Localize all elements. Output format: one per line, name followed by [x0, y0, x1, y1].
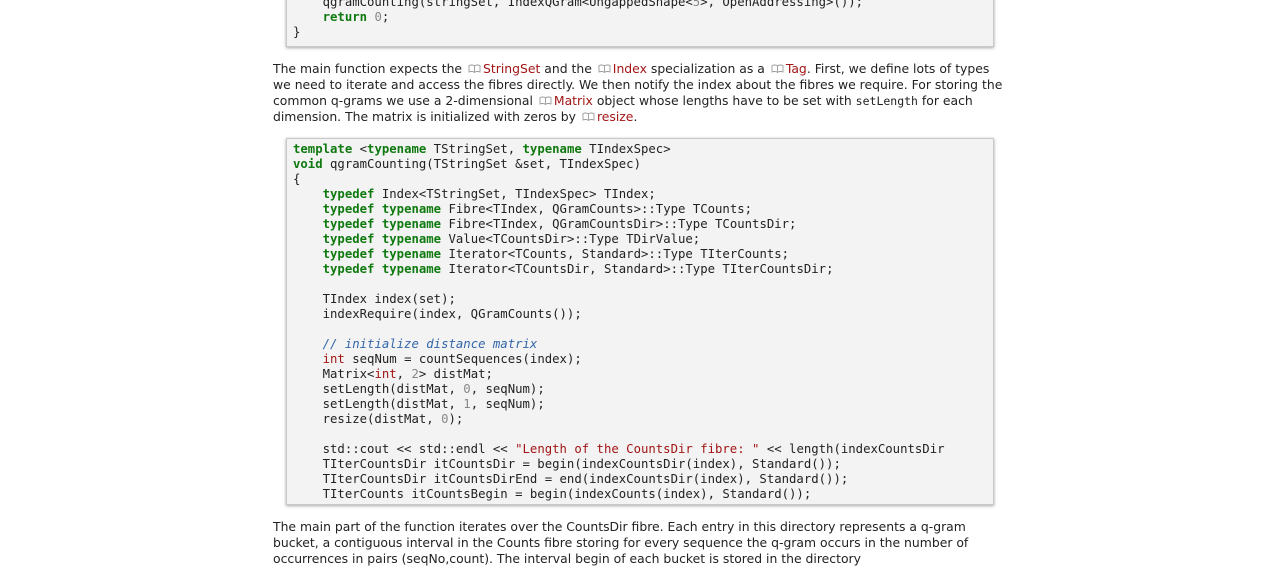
book-icon	[468, 64, 481, 73]
code-block-qgram-counting: template <typename TStringSet, typename …	[286, 138, 994, 505]
text-segment: and the	[540, 61, 596, 76]
link-label: resize	[596, 109, 634, 124]
link-label: Index	[612, 61, 647, 76]
code-listing-top: qgramCounting(stringSet, IndexQGram<Unga…	[293, 0, 864, 39]
text-segment: .	[633, 109, 638, 124]
paragraph-main-part: The main part of the function iterates o…	[273, 519, 969, 566]
book-icon	[771, 64, 784, 73]
text-segment: object whose lengths have to be set with	[592, 93, 856, 108]
index-doc-link[interactable]: Index	[596, 61, 647, 76]
text-segment: specialization as a	[646, 61, 769, 76]
link-label: Tag	[785, 61, 807, 76]
text-segment: The main function expects the	[273, 61, 466, 76]
resize-doc-link[interactable]: resize	[580, 109, 633, 124]
paragraph-main-function: The main function expects the StringSet …	[273, 61, 1008, 125]
book-icon	[582, 112, 595, 121]
book-icon	[598, 64, 611, 73]
code-listing-main: template <typename TStringSet, typename …	[293, 142, 945, 501]
code-block-top: qgramCounting(stringSet, IndexQGram<Unga…	[286, 0, 994, 47]
matrix-doc-link[interactable]: Matrix	[537, 93, 593, 108]
link-label: Matrix	[553, 93, 593, 108]
book-icon	[539, 96, 552, 105]
inline-code-setlength: setLength	[855, 94, 918, 108]
link-label: StringSet	[483, 61, 541, 76]
stringset-doc-link[interactable]: StringSet	[466, 61, 540, 76]
tag-doc-link[interactable]: Tag	[769, 61, 807, 76]
